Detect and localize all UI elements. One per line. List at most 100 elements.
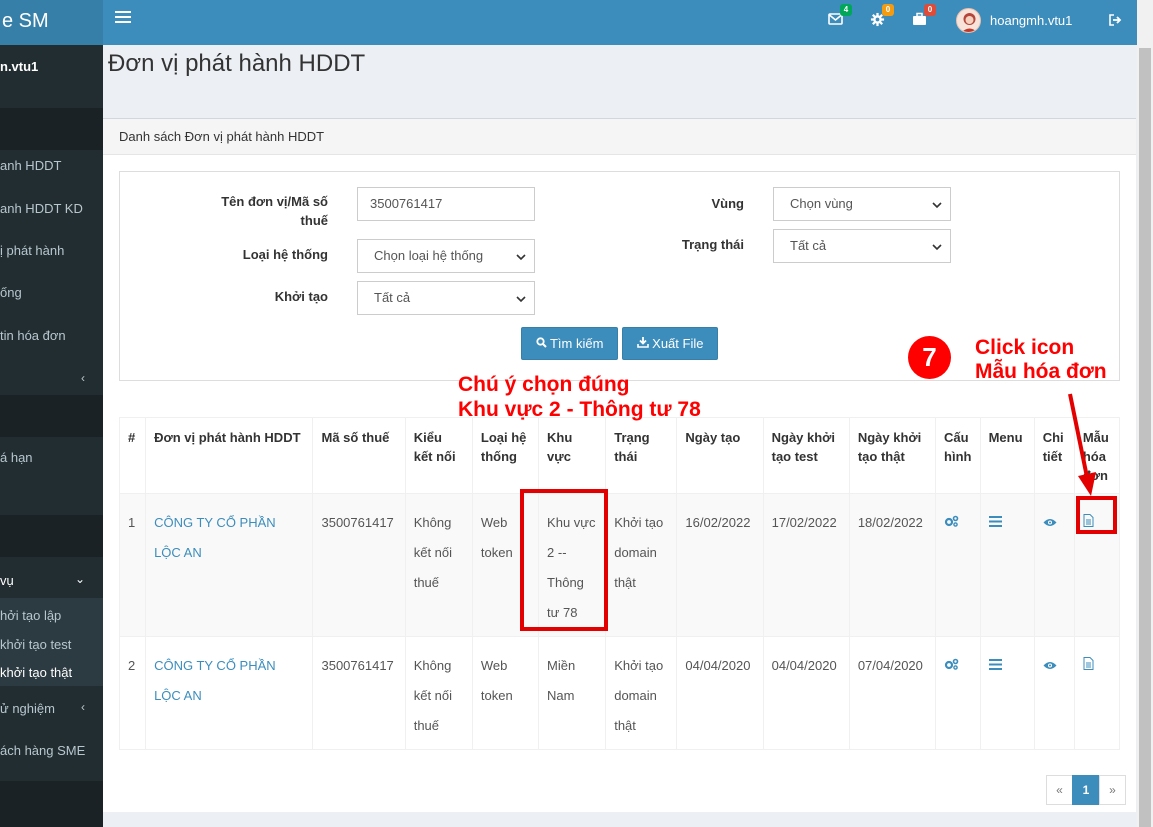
sidebar-toggle-icon[interactable] [115,11,131,26]
chevron-left-icon[interactable]: ‹ [81,371,85,385]
box-title: Danh sách Đơn vị phát hành HDDT [119,129,325,144]
search-button[interactable]: Tìm kiếm [521,327,618,360]
sidebar-item-9[interactable]: ách hàng SME [0,743,103,758]
col-header[interactable]: Kiểu kết nối [404,417,473,494]
sidebar-subitem-1[interactable]: hởi tạo lập [0,608,103,623]
created-date: 04/04/2020 [676,636,764,750]
sidebar-item-4[interactable]: ống [0,285,103,300]
user-name[interactable]: hoangmh.vtu1 [990,13,1072,28]
tax-input[interactable]: 3500761417 [357,187,535,221]
eye-icon[interactable] [1043,651,1057,681]
briefcase-icon[interactable]: 0 [912,4,936,28]
col-header[interactable]: Loại hệ thống [471,417,540,494]
col-header: Menu [979,417,1035,494]
region: Miền Nam [538,636,607,750]
col-header: Cấu hình [935,417,981,494]
invoice-template-icon[interactable] [1083,651,1094,681]
step-number-badge: 7 [908,336,951,379]
mail-icon[interactable]: 4 [828,4,852,28]
annotation-click-line2: Mẫu hóa đơn [975,360,1107,383]
export-file-button[interactable]: Xuất File [622,327,718,360]
region-highlight-box [520,489,608,631]
unit-name-text[interactable]: CÔNG TY CỔ PHẦN LỘC AN [154,658,276,703]
page-title: Đơn vị phát hành HDDT [108,50,366,77]
pagination: « 1 » [1046,775,1126,805]
menu-bars-icon[interactable] [988,651,1002,681]
sidebar-item-6[interactable]: á hạn [0,450,103,465]
col-header[interactable]: Trạng thái [605,417,678,494]
download-icon [636,337,649,348]
menu-cell [979,493,1035,637]
region-label: Vùng [711,196,745,211]
search-icon [535,337,547,348]
brand-logo[interactable]: e SM [0,0,103,45]
annotation-note-line2: Khu vực 2 - Thông tư 78 [458,398,701,421]
sidebar-subitem-3[interactable]: khởi tạo thật [0,665,103,680]
status-select[interactable]: Tất cả [773,229,951,263]
sidebar-header [0,395,103,437]
test-init-date: 17/02/2022 [762,493,850,637]
real-init-date: 18/02/2022 [848,493,937,637]
menu-bars-icon[interactable] [988,508,1002,538]
system-type-label: Loại hệ thống [242,247,328,262]
detail-cell [1033,493,1075,637]
sidebar-item-5[interactable]: tin hóa đơn [0,328,103,343]
eye-icon[interactable] [1043,508,1057,538]
sidebar-item-8[interactable]: ử nghiệm [0,701,103,716]
briefcase-badge: 0 [924,4,936,16]
user-avatar[interactable] [956,8,981,33]
chevron-down-icon [516,249,526,264]
top-navbar: e SM 4 0 0 hoangmh.vtu1 [0,0,1137,45]
template-cell [1073,636,1121,750]
cogs-icon[interactable] [944,508,959,538]
pagination-next[interactable]: » [1099,775,1126,805]
test-init-date: 04/04/2020 [762,636,850,750]
unit-name-link[interactable]: CÔNG TY CỔ PHẦN LỘC AN [145,636,314,750]
row-number: 2 [118,636,147,750]
sidebar-item-2[interactable]: anh HDDT KD [0,201,103,216]
annotation-note-line1: Chú ý chọn đúng [458,373,630,396]
chevron-down-icon [932,239,942,254]
unit-name-text[interactable]: CÔNG TY CỔ PHẦN LỘC AN [154,515,276,560]
sidebar-item-3[interactable]: ị phát hành [0,243,103,258]
config-cell [935,493,981,637]
sidebar: n.vtu1 anh HDDT anh HDDT KD ị phát hành … [0,45,103,827]
region-select[interactable]: Chọn vùng [773,187,951,221]
system-type-value: Chọn loại hệ thống [374,248,484,263]
gear-icon[interactable]: 0 [870,4,894,28]
config-cell [935,636,981,750]
chevron-left-icon[interactable]: ‹ [81,700,85,714]
col-header: # [118,417,147,494]
sidebar-subitem-2[interactable]: khởi tạo test [0,637,103,652]
col-header[interactable]: Mã số thuế [312,417,406,494]
gear-badge: 0 [882,4,894,16]
unit-name-link[interactable]: CÔNG TY CỔ PHẦN LỘC AN [145,493,314,637]
scrollbar-thumb[interactable] [1139,48,1151,827]
chevron-down-icon[interactable]: ⌄ [75,572,85,586]
tax-code: 3500761417 [312,493,406,637]
row-number: 1 [118,493,147,637]
tax-label: Tên đơn vị/Mã số thuế [221,194,328,228]
col-header[interactable]: Ngày khởi tạo thật [848,417,937,494]
sidebar-item-1[interactable]: anh HDDT [0,158,103,173]
col-header[interactable]: Ngày khởi tạo test [762,417,850,494]
col-header[interactable]: Ngày tạo [676,417,764,494]
col-header[interactable]: Khu vực [538,417,607,494]
col-header[interactable]: Đơn vị phát hành HDDT [145,417,314,494]
table-row: 1 CÔNG TY CỔ PHẦN LỘC AN 3500761417 Khôn… [118,493,1121,637]
logout-icon[interactable] [1109,14,1122,29]
annotation-click-line1: Click icon [975,336,1075,359]
filter-panel: Tên đơn vị/Mã số thuế 3500761417 Loại hệ… [119,171,1120,381]
real-init-date: 07/04/2020 [848,636,937,750]
cogs-icon[interactable] [944,651,959,681]
pagination-page[interactable]: 1 [1072,775,1100,805]
system-type-select[interactable]: Chọn loại hệ thống [357,239,535,273]
pointer-arrow-icon [1068,393,1096,496]
init-select[interactable]: Tất cả [357,281,535,315]
table-header-row: # Đơn vị phát hành HDDT Mã số thuế Kiểu … [118,417,1121,494]
sidebar-item-7[interactable]: vụ [0,573,103,588]
connection-type: Không kết nối thuế [404,493,473,637]
pagination-prev[interactable]: « [1046,775,1073,805]
status: Khởi tạo domain thật [605,493,678,637]
chevron-down-icon [932,197,942,212]
